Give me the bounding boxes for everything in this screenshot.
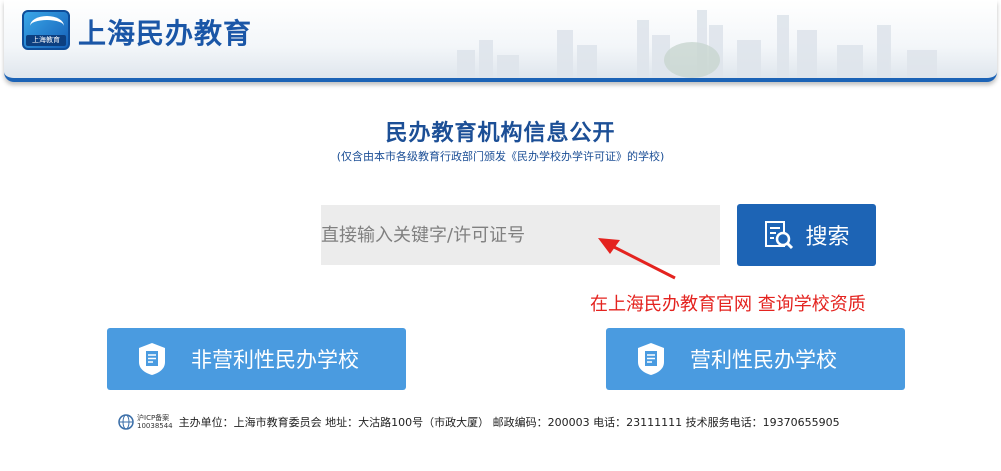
annotation-text: 在上海民办教育官网 查询学校资质: [590, 294, 866, 315]
site-header: 上海教育 上海民办教育: [4, 0, 997, 82]
globe-icon: [118, 414, 134, 430]
icp-badge[interactable]: 沪ICP备案 10038544: [118, 414, 173, 430]
forprofit-school-label: 营利性民办学校: [690, 348, 837, 372]
shield-document-icon: [139, 343, 165, 375]
logo-arc: [30, 16, 64, 36]
icp-label: 沪ICP备案: [137, 414, 170, 422]
icp-text: 沪ICP备案 10038544: [137, 414, 173, 430]
nonprofit-school-button[interactable]: 非营利性民办学校: [107, 328, 406, 390]
nonprofit-school-label: 非营利性民办学校: [191, 348, 359, 372]
shield-document-icon: [638, 343, 664, 375]
page-title: 民办教育机构信息公开: [385, 121, 616, 146]
site-logo[interactable]: 上海教育: [22, 10, 70, 50]
icp-number: 10038544: [137, 422, 173, 430]
footer-info: 主办单位：上海市教育委员会 地址：大沽路100号（市政大厦） 邮政编码：2000…: [178, 416, 840, 429]
annotation-arrow: [598, 238, 676, 280]
page-subtitle: (仅含由本市各级教育行政部门颁发《民办学校办学许可证》的学校): [336, 150, 665, 163]
site-name[interactable]: 上海民办教育: [78, 12, 252, 52]
site-footer: 沪ICP备案 10038544 主办单位：上海市教育委员会 地址：大沽路100号…: [118, 411, 898, 433]
search-button-label: 搜索: [805, 225, 850, 250]
logo-text: 上海教育: [26, 35, 66, 46]
city-skyline-banner: [457, 10, 937, 78]
forprofit-school-button[interactable]: 营利性民办学校: [606, 328, 905, 390]
document-search-icon: [765, 221, 794, 250]
search-button[interactable]: 搜索: [737, 204, 876, 266]
